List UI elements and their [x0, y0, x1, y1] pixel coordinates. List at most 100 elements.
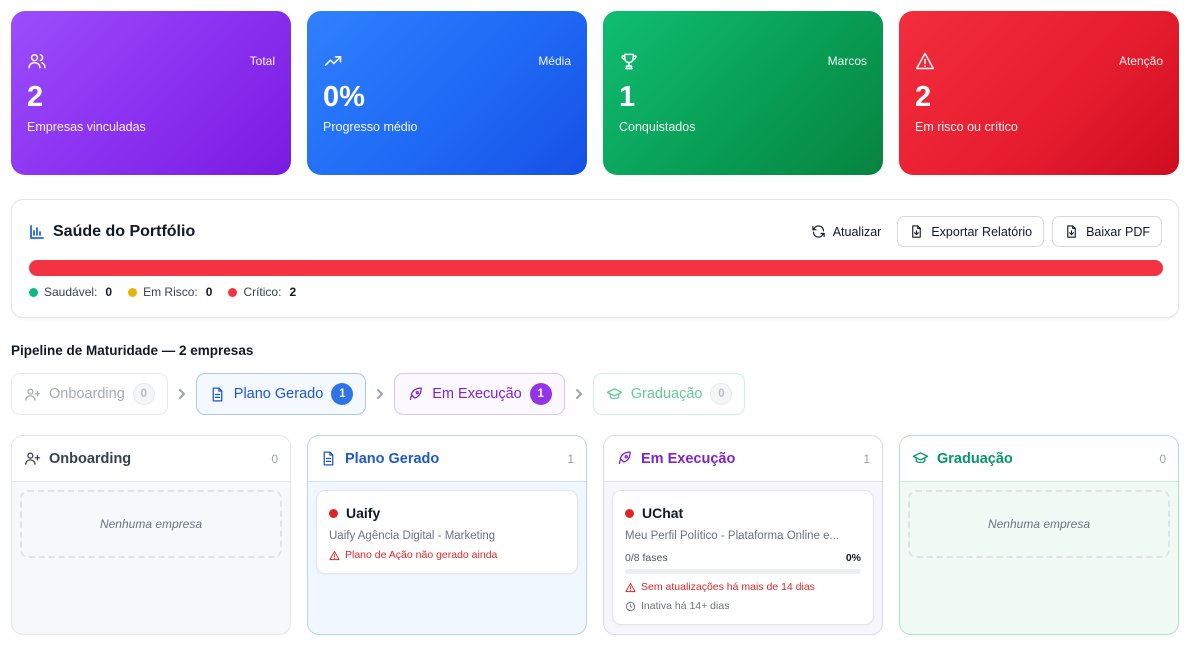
company-name: Uaify	[346, 505, 381, 521]
export-label: Exportar Relatório	[931, 224, 1033, 239]
health-distribution-bar	[29, 260, 1163, 276]
column-header: Onboarding 0	[12, 436, 290, 482]
legend-critical: Crítico: 2	[228, 285, 296, 299]
stats-row: Total 2 Empresas vinculadas Média 0% Pro…	[11, 11, 1179, 175]
stat-label: Progresso médio	[323, 120, 418, 134]
card-header: Uaify	[329, 505, 565, 521]
column-count: 1	[863, 451, 870, 466]
stat-value: 2	[915, 81, 932, 113]
column-body: Nenhuma empresa	[900, 482, 1178, 634]
download-pdf-button[interactable]: Baixar PDF	[1052, 216, 1162, 247]
panel-actions: Atualizar Exportar Relatório Baixar PDF	[803, 216, 1162, 247]
chevron-right-icon	[565, 388, 593, 400]
legend-label: Saudável:	[44, 285, 98, 299]
file-text-icon	[209, 386, 226, 403]
company-card-uchat[interactable]: UChat Meu Perfil Político - Plataforma O…	[612, 490, 874, 625]
stat-tag: Total	[249, 54, 275, 68]
graduation-cap-icon	[912, 450, 929, 467]
healthy-dot	[29, 287, 38, 297]
warning-text: Plano de Ação não gerado ainda	[345, 549, 498, 561]
bar-chart-icon	[29, 224, 45, 240]
user-plus-icon	[24, 450, 41, 467]
step-label: Plano Gerado	[233, 386, 324, 402]
pdf-label: Baixar PDF	[1086, 224, 1150, 239]
stat-label: Em risco ou crítico	[915, 120, 1018, 134]
step-label: Graduação	[630, 386, 703, 402]
step-label: Em Execução	[432, 386, 522, 402]
clock-icon	[625, 601, 636, 612]
step-label: Onboarding	[49, 386, 125, 402]
step-plan-generated[interactable]: Plano Gerado 1	[195, 373, 367, 415]
company-card-uaify[interactable]: Uaify Uaify Agência Digital - Marketing …	[316, 490, 578, 574]
status-dot-critical	[625, 508, 634, 518]
column-title: Plano Gerado	[345, 450, 440, 467]
column-body: UChat Meu Perfil Político - Plataforma O…	[604, 482, 882, 634]
user-plus-icon	[24, 386, 41, 403]
empty-state: Nenhuma empresa	[20, 490, 282, 558]
status-dot-critical	[329, 508, 338, 518]
pipeline-board: Onboarding 0 Nenhuma empresa Plano Gerad…	[11, 435, 1179, 635]
legend-healthy: Saudável: 0	[29, 285, 112, 299]
refresh-icon	[811, 224, 826, 239]
column-plan-generated: Plano Gerado 1 Uaify Uaify Agência Digit…	[307, 435, 587, 635]
stat-tag: Atenção	[1118, 54, 1163, 68]
at-risk-dot	[128, 287, 138, 297]
legend-count: 0	[205, 285, 213, 299]
warning-text: Sem atualizações há mais de 14 dias	[641, 581, 815, 593]
legend-at-risk: Em Risco: 0	[128, 285, 212, 299]
refresh-button[interactable]: Atualizar	[803, 216, 890, 247]
export-report-button[interactable]: Exportar Relatório	[897, 216, 1045, 247]
column-count: 0	[1159, 451, 1166, 466]
refresh-label: Atualizar	[832, 224, 882, 239]
phase-count: 0/8 fases	[625, 552, 668, 564]
chevron-right-icon	[366, 388, 394, 400]
chevron-right-icon	[168, 388, 196, 400]
step-graduation[interactable]: Graduação 0	[592, 373, 746, 415]
column-header: Plano Gerado 1	[308, 436, 586, 482]
bar-segment-critical	[29, 260, 1163, 276]
file-download-icon	[909, 224, 924, 239]
graduation-cap-icon	[606, 386, 623, 403]
inactivity-note: Inativa há 14+ dias	[625, 600, 861, 612]
column-header: Graduação 0	[900, 436, 1178, 482]
company-name: UChat	[642, 505, 684, 521]
alert-triangle-icon	[625, 582, 636, 593]
rocket-icon	[616, 450, 633, 467]
trophy-icon	[619, 51, 639, 71]
column-in-execution: Em Execução 1 UChat Meu Perfil Político …	[603, 435, 883, 635]
empty-state: Nenhuma empresa	[908, 490, 1170, 558]
stat-label: Empresas vinculadas	[27, 120, 146, 134]
step-onboarding[interactable]: Onboarding 0	[11, 373, 168, 415]
health-legend: Saudável: 0 Em Risco: 0 Crítico: 2	[29, 285, 296, 299]
legend-count: 2	[289, 285, 297, 299]
stat-tag: Marcos	[827, 54, 867, 68]
card-warning: Plano de Ação não gerado ainda	[329, 549, 565, 561]
stat-value: 1	[619, 81, 636, 113]
step-count-badge: 0	[710, 383, 733, 405]
legend-label: Em Risco:	[143, 285, 198, 299]
pipeline-stepper: Onboarding 0 Plano Gerado 1 Em Execução …	[11, 373, 746, 415]
stat-value: 0%	[323, 81, 365, 113]
step-in-execution[interactable]: Em Execução 1	[394, 373, 565, 415]
stat-card-milestones: Marcos 1 Conquistados	[603, 11, 883, 175]
step-count-badge: 1	[529, 383, 552, 405]
stat-value: 2	[27, 81, 44, 113]
users-icon	[27, 51, 47, 71]
card-warning: Sem atualizações há mais de 14 dias	[625, 581, 861, 593]
stat-card-average: Média 0% Progresso médio	[307, 11, 587, 175]
column-onboarding: Onboarding 0 Nenhuma empresa	[11, 435, 291, 635]
legend-count: 0	[105, 285, 113, 299]
column-graduation: Graduação 0 Nenhuma empresa	[899, 435, 1179, 635]
file-download-icon	[1064, 224, 1079, 239]
column-header: Em Execução 1	[604, 436, 882, 482]
rocket-icon	[407, 386, 424, 403]
stat-label: Conquistados	[619, 120, 696, 134]
trending-up-icon	[323, 51, 343, 71]
phase-progress: 0/8 fases 0%	[625, 552, 861, 564]
alert-triangle-icon	[915, 51, 935, 71]
stat-card-attention: Atenção 2 Em risco ou crítico	[899, 11, 1179, 175]
critical-dot	[228, 287, 238, 297]
step-count-badge: 1	[331, 383, 354, 405]
pipeline-title: Pipeline de Maturidade — 2 empresas	[11, 343, 254, 358]
step-count-badge: 0	[132, 383, 155, 405]
